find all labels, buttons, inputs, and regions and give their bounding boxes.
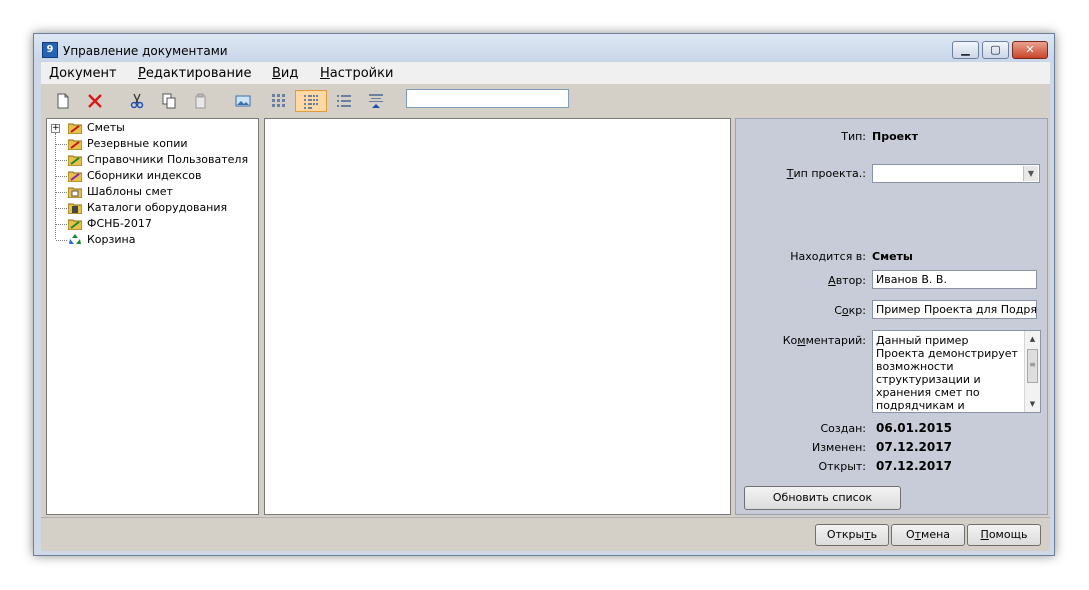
author-input[interactable]: Иванов В. В.: [872, 270, 1037, 289]
tree-item-backups[interactable]: Резервные копии: [47, 136, 257, 152]
short-label: Сокр:: [834, 304, 866, 317]
short-name-input[interactable]: Пример Проекта для Подряд: [872, 300, 1037, 319]
menu-view[interactable]: Вид: [272, 66, 298, 81]
details-view-button[interactable]: [365, 90, 387, 112]
properties-panel: Тип: Проект Тип проекта.: ▼ Находится в:…: [735, 118, 1048, 515]
menu-edit[interactable]: Редактирование: [138, 66, 251, 81]
tree-item-label: Сборники индексов: [87, 169, 202, 182]
copy-button[interactable]: [158, 90, 180, 112]
tree-item-equipment-catalogs[interactable]: Каталоги оборудования: [47, 200, 257, 216]
cut-icon: [130, 93, 144, 109]
document-list[interactable]: [264, 118, 731, 515]
comment-text: Данный пример Проекта демонстрирует возм…: [876, 334, 1018, 412]
cancel-button[interactable]: Отмена: [891, 524, 965, 546]
scroll-up-icon[interactable]: ▲: [1025, 332, 1040, 346]
created-value: 06.01.2015: [876, 421, 952, 435]
location-label: Находится в:: [790, 250, 866, 263]
tree-item-fsnb[interactable]: ФСНБ-2017: [47, 216, 257, 232]
large-icons-view-button[interactable]: [268, 90, 290, 112]
list-view-button[interactable]: [333, 90, 355, 112]
app-icon: 9: [42, 42, 58, 58]
folder-templates-icon: [68, 187, 82, 198]
project-type-select[interactable]: ▼: [872, 164, 1040, 183]
small-icons-view-button[interactable]: [295, 90, 327, 112]
menu-document[interactable]: Документ: [49, 66, 117, 81]
tree-item-label: ФСНБ-2017: [87, 217, 152, 230]
tree-item-label: Справочники Пользователя: [87, 153, 249, 166]
location-value: Сметы: [872, 250, 913, 263]
small-icons-view-icon: [304, 95, 318, 109]
tree-item-index-collections[interactable]: Сборники индексов: [47, 168, 257, 184]
project-type-label: Тип проекта.:: [786, 167, 866, 180]
comment-scrollbar[interactable]: ▲ ≡ ▼: [1024, 331, 1040, 412]
image-icon: [235, 95, 251, 107]
large-icons-view-icon: [272, 94, 285, 107]
folder-user-reference-icon: [68, 155, 82, 166]
dialog-button-bar: Открыть Отмена Помощь: [41, 517, 1050, 551]
details-view-icon: [369, 94, 383, 108]
tree-item-estimates[interactable]: + Сметы: [47, 120, 257, 136]
type-label: Тип:: [841, 130, 866, 143]
cut-button[interactable]: [126, 90, 148, 112]
window-title: Управление документами: [63, 44, 228, 58]
comment-label: Комментарий:: [782, 334, 866, 347]
minimize-button[interactable]: ▁: [952, 41, 979, 59]
new-document-icon: [57, 93, 69, 109]
tree-item-label: Шаблоны смет: [87, 185, 173, 198]
copy-icon: [162, 93, 176, 109]
scroll-down-icon[interactable]: ▼: [1025, 397, 1040, 411]
tree-item-label: Корзина: [87, 233, 136, 246]
folder-index-collections-icon: [68, 171, 82, 182]
folder-fsnb-icon: [68, 219, 82, 230]
menu-bar: Документ Редактирование Вид Настройки: [41, 62, 1050, 84]
title-bar[interactable]: 9 Управление документами ▁ ▢ ✕: [34, 34, 1054, 62]
folder-estimates-icon: [68, 123, 82, 134]
search-input[interactable]: [406, 89, 569, 108]
refresh-list-button[interactable]: Обновить список: [744, 486, 901, 510]
folder-tree: + Сметы Резервные копии Справочники Поль…: [46, 118, 259, 515]
help-button[interactable]: Помощь: [967, 524, 1041, 546]
chevron-down-icon[interactable]: ▼: [1023, 166, 1038, 181]
opened-value: 07.12.2017: [876, 459, 952, 473]
main-window: 9 Управление документами ▁ ▢ ✕ Документ …: [33, 33, 1055, 556]
tree-connector: [56, 160, 67, 161]
tree-item-label: Резервные копии: [87, 137, 188, 150]
tree-connector: [56, 192, 67, 193]
tree-connector: [56, 144, 67, 145]
recycle-bin-icon: [69, 234, 81, 244]
tree-connector: [56, 240, 67, 241]
tree-item-templates[interactable]: Шаблоны смет: [47, 184, 257, 200]
tree-connector: [56, 176, 67, 177]
paste-icon: [195, 93, 206, 109]
close-button[interactable]: ✕: [1012, 41, 1048, 59]
author-label: Автор:: [828, 274, 866, 287]
window-content: Документ Редактирование Вид Настройки + …: [41, 62, 1050, 551]
paste-button[interactable]: [190, 90, 212, 112]
folder-equipment-catalog-icon: [68, 203, 82, 214]
image-button[interactable]: [232, 90, 254, 112]
modified-label: Изменен:: [811, 441, 866, 454]
tree-item-recycle-bin[interactable]: Корзина: [47, 232, 257, 248]
toolbar: [41, 84, 1050, 118]
comment-textarea[interactable]: Данный пример Проекта демонстрирует возм…: [872, 330, 1041, 413]
tree-item-label: Каталоги оборудования: [87, 201, 228, 214]
tree-connector: [56, 208, 67, 209]
tree-item-label: Сметы: [87, 121, 125, 134]
menu-settings[interactable]: Настройки: [320, 66, 393, 81]
modified-value: 07.12.2017: [876, 440, 952, 454]
expand-icon[interactable]: +: [51, 124, 60, 133]
created-label: Создан:: [820, 422, 866, 435]
open-button[interactable]: Открыть: [815, 524, 889, 546]
folder-backup-icon: [68, 139, 82, 150]
new-document-button[interactable]: [52, 90, 74, 112]
type-value: Проект: [872, 130, 918, 143]
maximize-button[interactable]: ▢: [982, 41, 1009, 59]
list-view-icon: [337, 95, 351, 107]
scroll-thumb[interactable]: ≡: [1027, 349, 1038, 383]
delete-icon: [88, 94, 102, 108]
tree-item-user-references[interactable]: Справочники Пользователя: [47, 152, 257, 168]
delete-button[interactable]: [84, 90, 106, 112]
opened-label: Открыт:: [818, 460, 867, 473]
tree-connector: [56, 224, 67, 225]
